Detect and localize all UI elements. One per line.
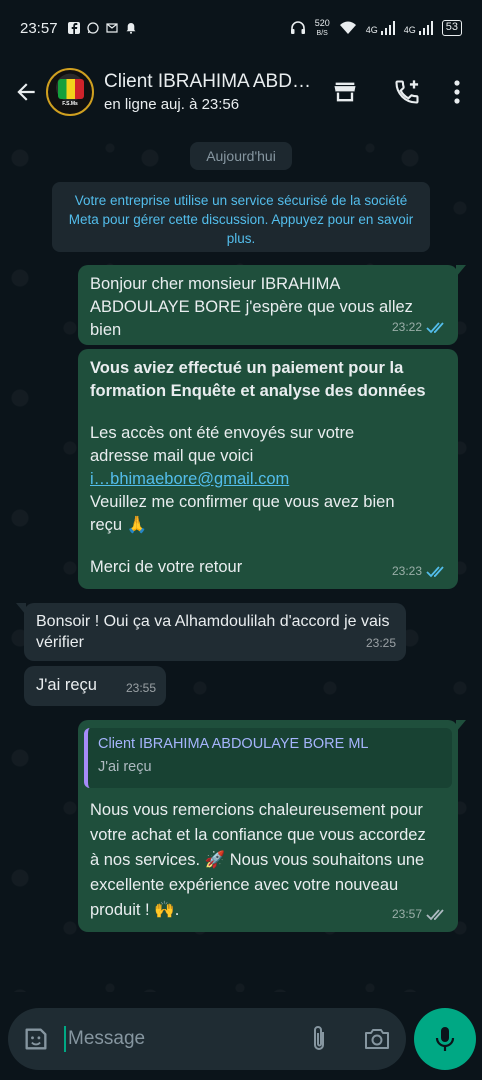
bubble-tail: [456, 720, 466, 732]
quote-text: J'ai reçu: [98, 759, 152, 775]
encryption-notice[interactable]: Votre entreprise utilise un service sécu…: [52, 182, 430, 252]
chat-area[interactable]: Aujourd'hui Votre entreprise utilise un …: [0, 128, 482, 992]
message-meta: 23:23: [392, 560, 448, 583]
message-meta: 23:55: [126, 677, 156, 700]
message-time: 23:55: [125, 681, 156, 695]
sticker-button[interactable]: [8, 1025, 64, 1053]
voice-message-button[interactable]: [414, 1008, 476, 1070]
contact-info[interactable]: Client IBRAHIMA ABDOULAYE BORE ML en lig…: [104, 71, 316, 113]
signal-1-label: 4G: [365, 25, 378, 35]
message-incoming[interactable]: J'ai reçu 23:55: [24, 666, 166, 706]
net-speed-value: 520: [314, 17, 330, 28]
message-input-bar: Message: [8, 1008, 406, 1070]
message-meta: 23:57: [392, 903, 448, 926]
net-speed-unit: B/S: [316, 29, 328, 37]
back-button[interactable]: [8, 79, 44, 105]
status-time: 23:57: [20, 19, 58, 37]
battery-indicator: 53: [441, 20, 462, 36]
bubble-tail: [456, 265, 466, 277]
bubble-tail: [16, 603, 26, 615]
arrow-left-icon: [17, 83, 35, 101]
composer: Message: [0, 992, 482, 1080]
paperclip-icon: [314, 1026, 324, 1050]
headset-icon: [290, 21, 305, 34]
notification-icons: [67, 22, 137, 34]
message-incoming[interactable]: Bonsoir ! Oui ça va Alhamdoulilah d'acco…: [16, 603, 406, 661]
net-speed: 520 B/S: [314, 17, 330, 38]
message-outgoing[interactable]: Client IBRAHIMA ABDOULAYE BORE ML J'ai r…: [78, 720, 466, 932]
message-time: 23:57: [391, 907, 422, 921]
header-actions: [314, 68, 476, 116]
signal-2: 4G: [404, 21, 433, 35]
system-icons: 520 B/S 4G 4G 53: [290, 17, 462, 38]
cell-signal-icon: [418, 21, 433, 35]
quoted-message[interactable]: Client IBRAHIMA ABDOULAYE BORE ML J'ai r…: [84, 728, 452, 788]
avatar[interactable]: F.S.Ms: [46, 68, 94, 116]
camera-button[interactable]: [348, 1026, 406, 1052]
contact-name: Client IBRAHIMA ABDOULAYE BORE ML: [104, 71, 316, 92]
sticker-icon: [25, 1028, 47, 1050]
more-options-button[interactable]: [438, 68, 476, 116]
add-call-button[interactable]: [376, 68, 438, 116]
date-chip: Aujourd'hui: [190, 142, 292, 170]
message-text: Veuillez me confirmer que vous avez bien…: [90, 493, 395, 534]
contact-status: en ligne auj. à 23:56: [104, 96, 240, 113]
signal-2-label: 4G: [403, 25, 416, 35]
attach-button[interactable]: [290, 1025, 348, 1053]
bell-icon: [126, 23, 136, 34]
message-meta: 23:22: [392, 316, 448, 339]
storefront-icon: [334, 82, 356, 102]
message-meta: 23:25: [366, 632, 396, 655]
message-time: 23:25: [365, 636, 396, 650]
cell-signal-icon: [380, 21, 395, 35]
camera-icon: [365, 1029, 389, 1049]
message-text: Les accès ont été envoyés sur votre adre…: [90, 424, 355, 465]
wifi-icon: [339, 21, 356, 34]
signal-1: 4G: [366, 21, 395, 35]
message-text: Bonjour cher monsieur IBRAHIMA ABDOULAYE…: [90, 275, 413, 339]
more-vertical-icon: [454, 80, 460, 104]
message-outgoing[interactable]: Vous aviez effectué un paiement pour la …: [78, 349, 458, 589]
email-link[interactable]: i…bhimaebore@gmail.com: [90, 470, 289, 488]
message-text: Bonsoir ! Oui ça va Alhamdoulilah d'acco…: [36, 613, 390, 651]
quote-author: Client IBRAHIMA ABDOULAYE BORE ML: [98, 736, 369, 752]
phone-plus-icon: [395, 80, 419, 104]
avatar-text: F.S.Ms: [62, 101, 78, 107]
double-check-icon: [426, 321, 444, 333]
gmail-icon: [105, 23, 118, 33]
whatsapp-icon: [86, 22, 99, 34]
message-time: 23:23: [391, 564, 422, 578]
message-outgoing[interactable]: Bonjour cher monsieur IBRAHIMA ABDOULAYE…: [78, 265, 466, 345]
facebook-icon: [67, 22, 80, 34]
double-check-icon: [426, 908, 444, 920]
double-check-icon: [426, 565, 444, 577]
message-time: 23:22: [391, 320, 422, 334]
message-bold-text: Vous aviez effectué un paiement pour la …: [90, 359, 426, 400]
status-bar: 23:57 520 B/S 4G 4G 53: [0, 0, 482, 56]
chat-header: F.S.Ms Client IBRAHIMA ABDOULAYE BORE ML…: [0, 56, 482, 128]
microphone-icon: [435, 1027, 455, 1051]
message-text: Nous vous remercions chaleureusement pou…: [90, 801, 426, 919]
message-input[interactable]: Message: [64, 1026, 290, 1052]
shop-button[interactable]: [314, 68, 376, 116]
avatar-flag: [58, 79, 84, 99]
